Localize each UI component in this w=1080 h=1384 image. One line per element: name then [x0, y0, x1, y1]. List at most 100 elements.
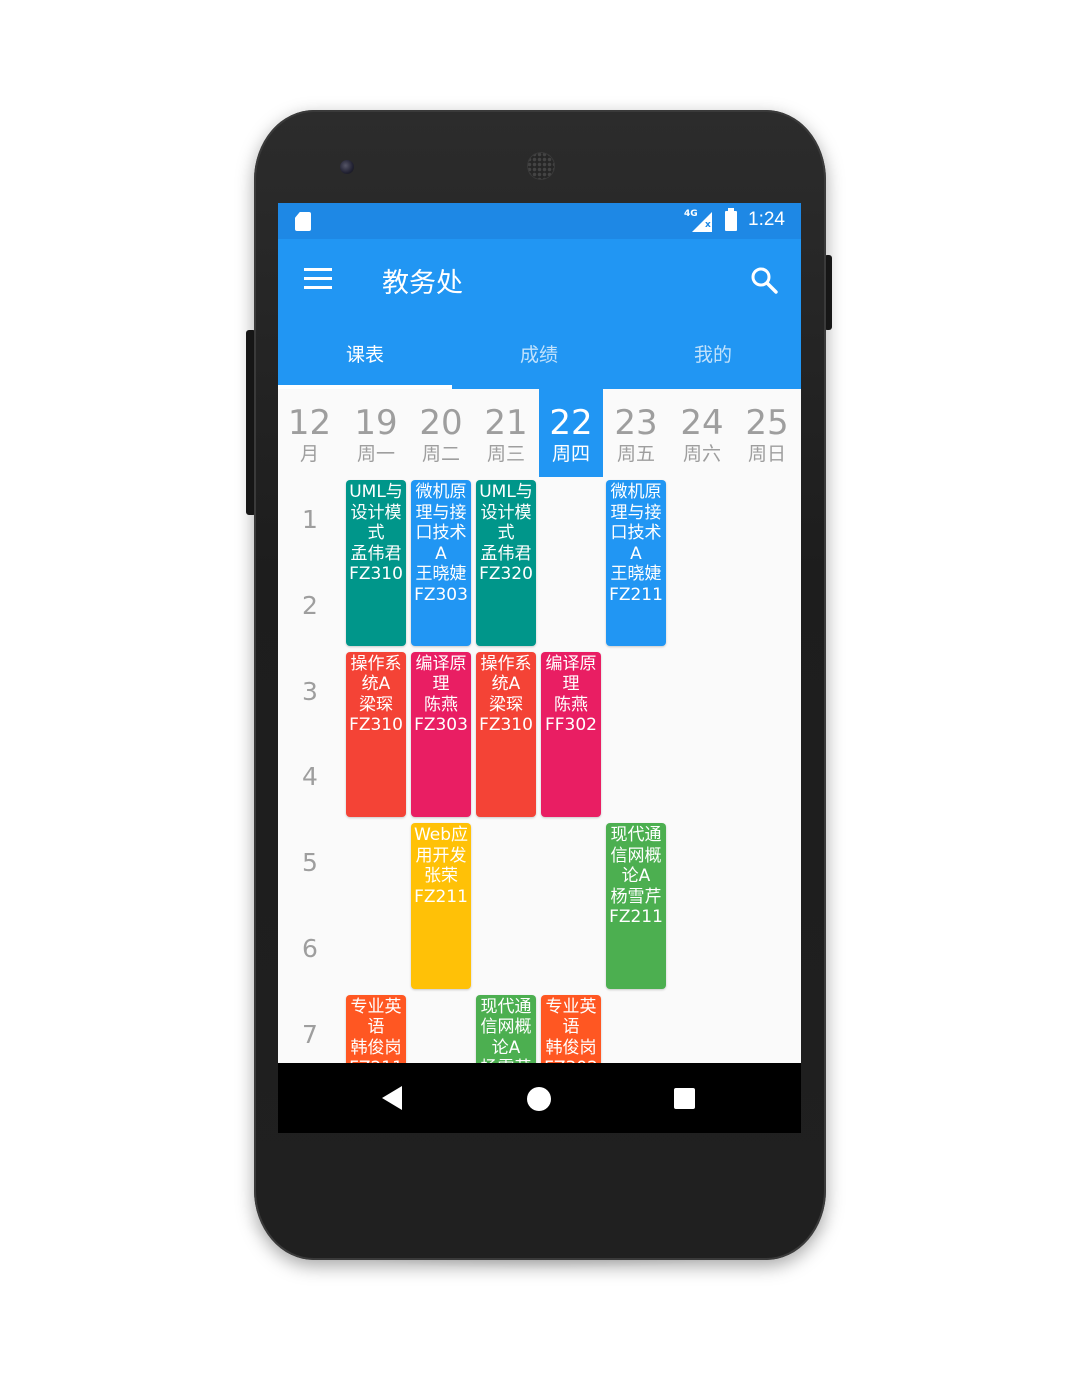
period-label: 6 — [302, 933, 318, 963]
day-number: 19 — [354, 403, 398, 443]
course-text-line: 操作系 — [350, 653, 402, 674]
course-text-line: Web应 — [413, 825, 469, 846]
navigation-bar — [278, 1063, 801, 1133]
course-text-line: A — [630, 543, 642, 564]
page-title: 教务处 — [382, 268, 463, 299]
day-number: 20 — [419, 403, 463, 443]
earpiece-speaker — [527, 152, 555, 180]
period-label: 1 — [302, 504, 318, 534]
course-text-line: 现代通 — [480, 996, 532, 1017]
day-number: 23 — [614, 403, 658, 443]
weekday-label: 周五 — [616, 443, 655, 465]
network-type-label: 4G — [684, 209, 698, 219]
course-text-line: 语 — [562, 1017, 580, 1038]
course-text-line: FZ310 — [479, 715, 533, 736]
course-card[interactable]: 编译原理陈燕 FZ303 — [411, 651, 471, 818]
day-header[interactable]: 21 周三 — [474, 389, 538, 477]
course-card[interactable]: Web应 用开发 张荣 FZ211 — [411, 823, 471, 989]
recent-apps-icon[interactable] — [674, 1088, 695, 1109]
course-text-line: 孟伟君 — [350, 543, 402, 564]
course-text-line: 论A — [621, 866, 651, 887]
course-card[interactable]: 编译原理陈燕 FF302 — [541, 651, 601, 818]
weekday-label: 周六 — [682, 443, 721, 465]
no-data-indicator: x — [705, 220, 711, 230]
course-text-line: 孟伟君 — [480, 543, 532, 564]
course-text-line: FZ310 — [349, 564, 403, 584]
course-text-line: 现代通 — [610, 825, 662, 846]
course-text-line: FZ303 — [414, 715, 468, 736]
period-label: 2 — [302, 590, 318, 620]
course-text-line: 专业英 — [545, 996, 597, 1017]
course-text-line: UML与 — [349, 482, 403, 502]
course-text-line: 微机原 — [415, 482, 467, 502]
day-header[interactable]: 19 周一 — [344, 389, 408, 477]
course-text-line: 理 — [562, 674, 580, 695]
course-text-line: 统A — [491, 674, 521, 695]
day-header[interactable]: 22 周四 — [539, 389, 603, 477]
course-text-line: 编译原 — [545, 653, 597, 674]
day-header[interactable]: 20 周二 — [409, 389, 473, 477]
course-text-line: 口技术 — [415, 523, 467, 543]
course-text-line: 陈燕 — [424, 694, 458, 715]
course-text-line: 语 — [367, 1017, 385, 1038]
app-bar: 教务处 — [278, 239, 801, 319]
back-icon[interactable] — [382, 1086, 402, 1110]
day-number: 24 — [680, 403, 724, 443]
tab-bar: 课表 成绩 我的 — [278, 319, 801, 389]
course-text-line: FZ211 — [609, 584, 663, 605]
course-text-line: FF302 — [544, 715, 597, 736]
timetable: 12 月 19 周一 20 周二 21 周三 22 周四 23 周五 24 周六 25 周日 123456… — [278, 389, 801, 1133]
course-text-line: 信网概 — [610, 845, 662, 866]
sd-card-icon — [295, 212, 311, 231]
course-text-line: 理 — [432, 674, 450, 695]
course-text-line: 编译原 — [415, 653, 467, 674]
course-card[interactable]: 操作系 统A 梁琛 FZ310 — [346, 651, 406, 818]
weekday-label: 周日 — [747, 443, 786, 465]
weekday-label: 周四 — [551, 443, 590, 465]
course-text-line: 张荣 — [424, 866, 458, 887]
course-text-line: 论A — [491, 1037, 521, 1058]
weekday-label: 周一 — [356, 443, 395, 465]
day-number: 25 — [745, 403, 789, 443]
course-text-line: 操作系 — [480, 653, 532, 674]
course-text-line: 王晓婕 — [610, 564, 662, 584]
course-text-line: 理与接 — [415, 502, 467, 523]
course-text-line: UML与 — [479, 482, 533, 502]
status-bar: 4G x 1:24 — [278, 203, 801, 239]
course-text-line: FZ211 — [414, 886, 468, 907]
day-header[interactable]: 24 周六 — [670, 389, 734, 477]
course-card[interactable]: UML与 设计模式孟伟君 FZ310 — [346, 480, 406, 646]
course-text-line: 微机原 — [610, 482, 662, 502]
period-label: 5 — [302, 848, 318, 878]
day-header[interactable]: 25 周日 — [735, 389, 799, 477]
course-text-line: FZ320 — [479, 564, 533, 584]
home-icon[interactable] — [527, 1087, 551, 1111]
course-text-line: 信网概 — [480, 1017, 532, 1038]
course-text-line: A — [435, 543, 447, 564]
period-label: 7 — [302, 1019, 318, 1049]
course-text-line: 梁琛 — [359, 694, 393, 715]
course-card[interactable]: 操作系 统A 梁琛 FZ310 — [476, 651, 536, 818]
course-text-line: FZ211 — [609, 907, 663, 928]
month-header: 12 月 — [278, 389, 341, 477]
search-icon[interactable] — [750, 266, 778, 294]
course-text-line: FZ303 — [414, 584, 468, 605]
course-card[interactable]: 微机原 理与接 口技术 A 王晓婕 FZ303 — [411, 480, 471, 646]
course-card[interactable]: 微机原 理与接 口技术 A 王晓婕 FZ211 — [606, 480, 666, 646]
day-header[interactable]: 23 周五 — [604, 389, 668, 477]
course-text-line: 设计模 — [480, 502, 532, 523]
course-text-line: 设计模 — [350, 502, 402, 523]
tab-timetable[interactable]: 课表 — [278, 319, 452, 389]
battery-icon — [725, 208, 737, 231]
day-number: 22 — [549, 403, 593, 443]
hamburger-menu-icon[interactable] — [304, 268, 332, 290]
course-card[interactable]: 现代通 信网概 论A 杨雪芹 FZ211 — [606, 823, 666, 989]
tab-grades[interactable]: 成绩 — [452, 319, 626, 389]
month-label: 月 — [299, 443, 319, 465]
period-label: 4 — [302, 762, 318, 792]
tab-mine[interactable]: 我的 — [626, 319, 800, 389]
course-card[interactable]: UML与 设计模式孟伟君 FZ320 — [476, 480, 536, 646]
period-label: 3 — [302, 676, 318, 706]
course-text-line: 统A — [361, 674, 391, 695]
course-text-line: 王晓婕 — [415, 564, 467, 584]
